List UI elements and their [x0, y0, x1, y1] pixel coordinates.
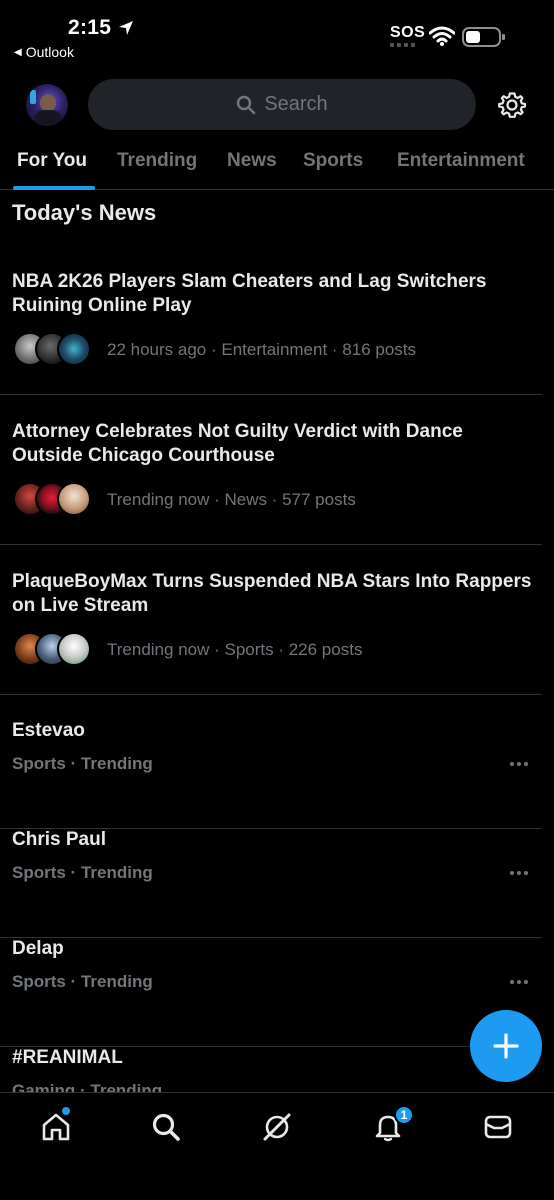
tab-sports[interactable]: Sports — [303, 150, 363, 172]
trend-meta: Sports · Trending — [12, 754, 153, 773]
section-title: Today's News — [12, 200, 157, 225]
search-placeholder: Search — [264, 93, 328, 115]
trend-name: Chris Paul — [12, 829, 106, 850]
avatar — [57, 632, 91, 666]
compose-post-button[interactable] — [470, 1010, 542, 1082]
sos-text: SOS — [390, 24, 426, 41]
search-icon — [237, 95, 256, 114]
signal-dots-icon — [390, 43, 424, 47]
trend-meta: Sports · Trending — [12, 863, 153, 882]
plus-icon — [493, 1033, 519, 1059]
notifications-badge: 1 — [394, 1105, 414, 1125]
bottom-navigation: 1 — [0, 1092, 554, 1200]
tab-trending[interactable]: Trending — [117, 150, 197, 172]
news-item[interactable]: PlaqueBoyMax Turns Suspended NBA Stars I… — [0, 570, 542, 695]
back-app-label: Outlook — [25, 44, 74, 60]
active-tab-indicator — [13, 186, 95, 190]
sos-indicator: SOS — [390, 24, 426, 47]
news-avatars — [13, 632, 91, 666]
clock: 2:15 — [68, 16, 135, 40]
news-meta: 22 hours ago · Entertainment · 816 posts — [107, 340, 417, 359]
tab-entertainment[interactable]: Entertainment — [397, 150, 525, 172]
explore-tabs: For You Trending News Sports Entertainme… — [0, 138, 554, 190]
news-meta: Trending now · Sports · 226 posts — [107, 640, 363, 659]
grok-icon[interactable] — [261, 1111, 293, 1143]
avatar — [57, 482, 91, 516]
more-options-icon[interactable] — [510, 762, 528, 766]
trend-item[interactable]: Estevao Sports · Trending — [0, 720, 542, 829]
news-headline: Attorney Celebrates Not Guilty Verdict w… — [12, 421, 463, 466]
news-item[interactable]: NBA 2K26 Players Slam Cheaters and Lag S… — [0, 270, 542, 395]
trend-item[interactable]: Chris Paul Sports · Trending — [0, 829, 542, 938]
back-to-app-link[interactable]: ◀ Outlook — [14, 44, 74, 60]
status-bar: 2:15 ◀ Outlook SOS — [0, 0, 554, 70]
tab-news[interactable]: News — [227, 150, 277, 172]
trend-item[interactable]: Delap Sports · Trending — [0, 938, 542, 1047]
news-avatars — [13, 332, 91, 366]
home-unread-dot — [62, 1107, 70, 1115]
wifi-icon — [429, 26, 455, 46]
mail-icon[interactable] — [482, 1111, 514, 1143]
location-arrow-icon — [119, 21, 134, 35]
more-options-icon[interactable] — [510, 980, 528, 984]
home-icon[interactable] — [40, 1111, 72, 1143]
news-headline: PlaqueBoyMax Turns Suspended NBA Stars I… — [12, 571, 532, 616]
trend-meta: Sports · Trending — [12, 972, 153, 991]
more-options-icon[interactable] — [510, 871, 528, 875]
news-item[interactable]: Attorney Celebrates Not Guilty Verdict w… — [0, 420, 542, 545]
news-headline: NBA 2K26 Players Slam Cheaters and Lag S… — [12, 271, 487, 316]
trend-name: Estevao — [12, 720, 85, 741]
time-text: 2:15 — [68, 16, 112, 39]
search-input[interactable]: Search — [88, 79, 476, 130]
search-icon[interactable] — [150, 1111, 182, 1143]
battery-icon — [462, 27, 505, 47]
news-meta: Trending now · News · 577 posts — [107, 490, 356, 509]
avatar — [57, 332, 91, 366]
trend-name: Delap — [12, 938, 64, 959]
tab-for-you[interactable]: For You — [17, 150, 87, 172]
back-triangle-icon: ◀ — [14, 46, 22, 58]
profile-avatar[interactable] — [26, 84, 68, 126]
news-avatars — [13, 482, 91, 516]
trend-name: #REANIMAL — [12, 1047, 123, 1068]
gear-icon[interactable] — [498, 91, 526, 119]
